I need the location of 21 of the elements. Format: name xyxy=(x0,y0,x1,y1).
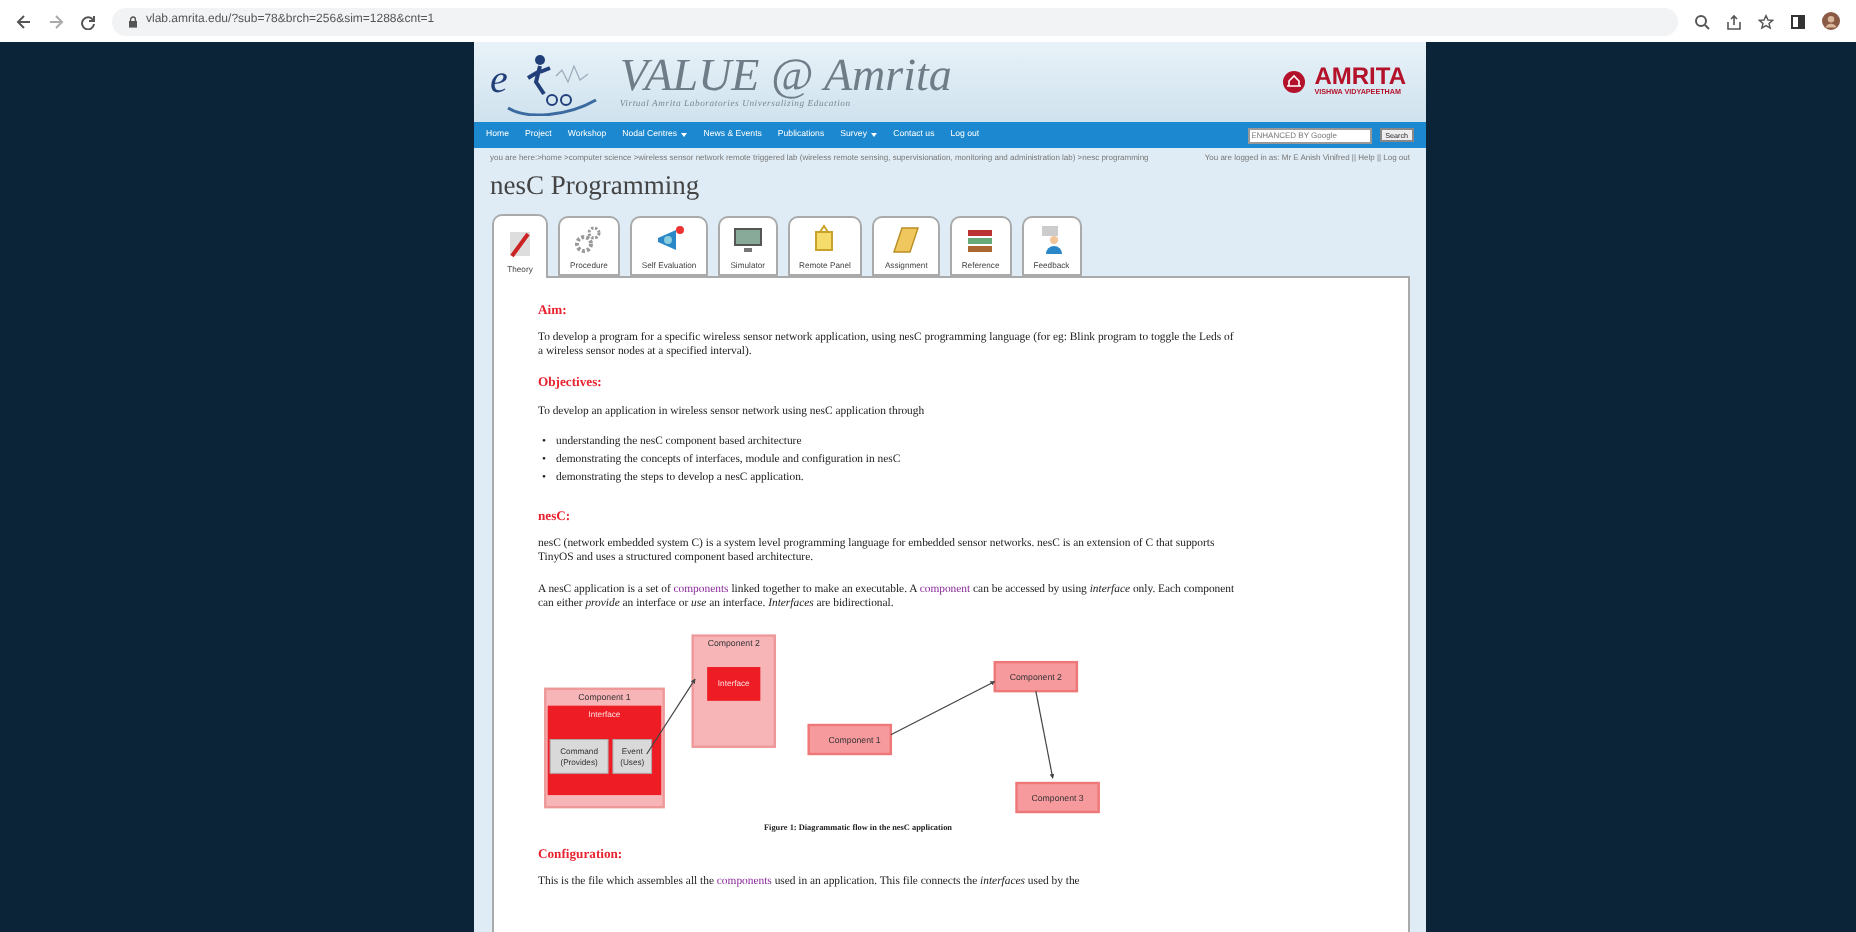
monitor-icon xyxy=(731,223,764,256)
share-icon[interactable] xyxy=(1726,13,1742,29)
sidebar-icon[interactable] xyxy=(1790,13,1806,29)
temple-emblem-icon xyxy=(1282,69,1307,94)
site-title: VALUE @ Amrita xyxy=(619,52,952,99)
folder-icon xyxy=(890,223,923,256)
zoom-icon[interactable] xyxy=(1694,13,1710,29)
logo-letter: e xyxy=(490,60,508,100)
gears-icon xyxy=(572,223,605,256)
university-name: AMRITA xyxy=(1314,64,1406,89)
megaphone-icon xyxy=(653,223,686,256)
lock-icon xyxy=(128,15,138,27)
connector-arrow xyxy=(1035,690,1055,779)
connector-arrow xyxy=(890,680,996,735)
connector-arrow xyxy=(646,678,696,755)
back-arrow-icon[interactable] xyxy=(16,13,32,29)
page-title: nesC Programming xyxy=(488,167,702,204)
pencil-icon xyxy=(504,227,536,260)
reload-icon[interactable] xyxy=(80,13,96,29)
star-icon[interactable] xyxy=(1758,13,1774,29)
avatar-icon[interactable] xyxy=(1822,12,1840,30)
